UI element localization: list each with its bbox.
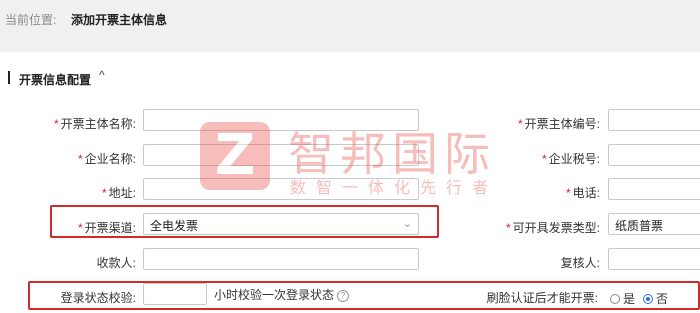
entity-code-input[interactable]: [608, 109, 700, 131]
login-check-label: 登录状态校验:: [60, 291, 136, 305]
login-check-hint: 小时校验一次登录状态?: [214, 286, 350, 303]
invoice-type-select[interactable]: 纸质普票: [608, 213, 700, 235]
chevron-down-icon: ⌄: [402, 218, 412, 230]
reviewer-input[interactable]: [608, 248, 700, 270]
company-name-label: * 企业名称:: [77, 152, 136, 166]
help-icon[interactable]: ?: [337, 289, 350, 302]
entity-code-label: * 开票主体编号:: [517, 117, 600, 131]
entity-name-label: * 开票主体名称:: [53, 117, 136, 131]
breadcrumb-label: 当前位置:: [5, 13, 57, 27]
address-label: * 地址:: [101, 186, 136, 200]
reviewer-label: 复核人:: [560, 256, 600, 270]
face-auth-option-no[interactable]: 否: [643, 290, 668, 307]
company-name-input[interactable]: [143, 144, 419, 166]
phone-label: * 电话:: [565, 186, 600, 200]
tax-number-input[interactable]: [608, 144, 700, 166]
entity-name-input[interactable]: [143, 109, 419, 131]
radio-checked-icon: [643, 294, 653, 304]
address-input[interactable]: [143, 178, 419, 200]
collapse-chevron-icon[interactable]: ^: [99, 68, 105, 82]
login-check-hours-input[interactable]: [143, 283, 207, 305]
channel-label: * 开票渠道:: [77, 221, 136, 235]
radio-unchecked-icon: [610, 294, 620, 304]
channel-select[interactable]: 全电发票 ⌄: [143, 213, 419, 235]
tax-number-label: * 企业税号:: [541, 152, 600, 166]
payee-input[interactable]: [143, 248, 419, 270]
face-auth-label: 刷脸认证后才能开票:: [486, 291, 598, 305]
breadcrumb-current-page: 添加开票主体信息: [71, 13, 168, 27]
breadcrumb-bar: 当前位置: 添加开票主体信息: [0, 0, 700, 52]
phone-input[interactable]: [608, 178, 700, 200]
face-auth-option-yes[interactable]: 是: [610, 290, 635, 307]
section-title: 开票信息配置: [19, 73, 92, 87]
channel-selected-value: 全电发票: [150, 219, 199, 233]
section-accent-bar: [8, 71, 10, 84]
invoice-type-label: * 可开具发票类型:: [505, 221, 600, 235]
payee-label: 收款人:: [96, 256, 136, 270]
